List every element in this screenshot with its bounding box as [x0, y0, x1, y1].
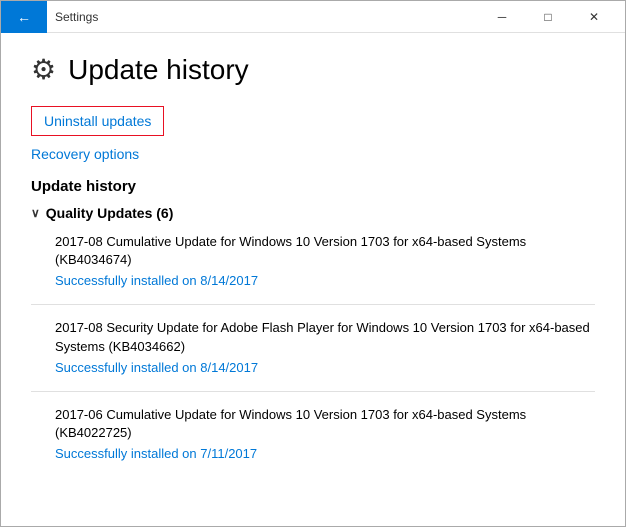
divider-1 — [31, 304, 595, 305]
page-title: Update history — [68, 54, 249, 86]
update-name-1: 2017-08 Cumulative Update for Windows 10… — [55, 233, 595, 269]
back-arrow-icon: ← — [17, 9, 31, 25]
uninstall-updates-link[interactable]: Uninstall updates — [31, 106, 164, 136]
title-bar: ← Settings ─ □ ✕ — [1, 1, 625, 33]
divider-2 — [31, 391, 595, 392]
update-status-1[interactable]: Successfully installed on 8/14/2017 — [55, 273, 595, 288]
quality-updates-group-header[interactable]: ∨ Quality Updates (6) — [31, 205, 595, 221]
update-name-2: 2017-08 Security Update for Adobe Flash … — [55, 319, 595, 355]
window-title: Settings — [55, 10, 98, 24]
back-button[interactable]: ← — [1, 1, 47, 33]
close-button[interactable]: ✕ — [571, 1, 617, 33]
action-links: Uninstall updates Recovery options — [31, 106, 595, 162]
chevron-down-icon: ∨ — [31, 206, 40, 220]
window-controls: ─ □ ✕ — [479, 1, 617, 33]
update-item-2: 2017-08 Security Update for Adobe Flash … — [55, 319, 595, 374]
minimize-button[interactable]: ─ — [479, 1, 525, 33]
main-content: ⚙ Update history Uninstall updates Recov… — [1, 33, 625, 526]
section-title: Update history — [31, 178, 595, 195]
recovery-options-link[interactable]: Recovery options — [31, 146, 595, 162]
update-history-section: Update history ∨ Quality Updates (6) 201… — [31, 178, 595, 461]
update-item-3: 2017-06 Cumulative Update for Windows 10… — [55, 406, 595, 461]
maximize-button[interactable]: □ — [525, 1, 571, 33]
update-status-2[interactable]: Successfully installed on 8/14/2017 — [55, 360, 595, 375]
update-name-3: 2017-06 Cumulative Update for Windows 10… — [55, 406, 595, 442]
update-status-3[interactable]: Successfully installed on 7/11/2017 — [55, 446, 595, 461]
title-bar-left: ← Settings — [1, 1, 98, 33]
settings-gear-icon: ⚙ — [31, 53, 56, 86]
settings-window: ← Settings ─ □ ✕ ⚙ Update history Uninst… — [0, 0, 626, 527]
update-item-1: 2017-08 Cumulative Update for Windows 10… — [55, 233, 595, 288]
group-label: Quality Updates (6) — [46, 205, 174, 221]
page-header: ⚙ Update history — [31, 53, 595, 86]
